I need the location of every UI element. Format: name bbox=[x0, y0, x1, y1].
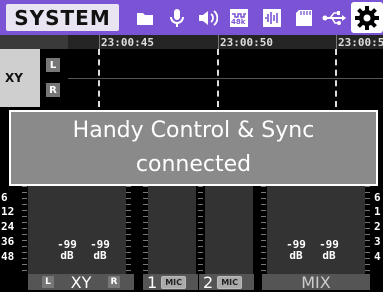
level-meters: 6 12 24 36 48 6 1 2 3 4 -99 dB -99 dB L XY… bbox=[0, 186, 383, 292]
right-badge: R bbox=[108, 276, 120, 288]
usb-icon[interactable] bbox=[322, 8, 346, 28]
scale-label: 6 bbox=[1, 191, 8, 204]
ch1-meter[interactable] bbox=[148, 186, 196, 274]
xy-channel-label[interactable]: L XY R bbox=[28, 272, 134, 292]
meter-ticks bbox=[198, 186, 203, 274]
meter-ticks bbox=[365, 186, 370, 274]
db-unit: dB bbox=[322, 249, 336, 262]
mix-db-right: -99 dB bbox=[316, 239, 342, 261]
ch2-meter[interactable] bbox=[205, 186, 253, 274]
meter-ticks bbox=[143, 186, 148, 274]
scale-label: 2 bbox=[374, 220, 381, 233]
system-label: SYSTEM bbox=[14, 5, 111, 30]
notification-popup: Handy Control & Sync connected bbox=[9, 110, 378, 186]
mix-label: MIX bbox=[301, 272, 331, 292]
track-label-panel[interactable]: XY bbox=[0, 49, 40, 107]
scale-label: 48 bbox=[1, 250, 15, 263]
time-gridline bbox=[335, 49, 337, 107]
timeline: 23:00:45 23:00:50 23:00:5 bbox=[0, 35, 383, 49]
gear-icon[interactable] bbox=[351, 2, 383, 33]
popup-status: connected bbox=[135, 152, 252, 177]
meter-ticks bbox=[126, 186, 131, 274]
timeline-tick: 23:00:50 bbox=[220, 36, 273, 49]
left-badge: L bbox=[42, 276, 54, 288]
ch2-channel-label[interactable]: 2 MIC bbox=[199, 272, 254, 292]
xy-db-right: -99 dB bbox=[87, 239, 113, 261]
system-button[interactable]: SYSTEM bbox=[6, 4, 119, 31]
time-gridline bbox=[98, 49, 100, 107]
timeline-marker bbox=[336, 35, 337, 49]
popup-title: Handy Control & Sync bbox=[72, 118, 315, 143]
folder-icon[interactable] bbox=[135, 8, 155, 28]
right-channel-badge: R bbox=[46, 83, 60, 97]
xy-db-left: -99 dB bbox=[54, 239, 80, 261]
meter-ticks bbox=[261, 186, 266, 274]
scale-label: 24 bbox=[1, 220, 15, 233]
track-name: XY bbox=[5, 71, 23, 85]
scale-label: 3 bbox=[374, 235, 381, 248]
left-channel-badge: L bbox=[46, 58, 60, 72]
mix-db-left: -99 dB bbox=[283, 239, 309, 261]
timeline-marker bbox=[99, 35, 100, 49]
scale-label: 6 bbox=[374, 191, 381, 204]
ch2-number: 2 bbox=[203, 272, 214, 292]
sample-rate-icon[interactable]: 48k bbox=[229, 8, 249, 28]
xy-label: XY bbox=[70, 272, 92, 292]
timeline-left-cap bbox=[0, 35, 68, 49]
timeline-tick: 23:00:5 bbox=[338, 36, 383, 49]
ch1-number: 1 bbox=[147, 272, 158, 292]
sd-card-icon[interactable] bbox=[294, 8, 314, 28]
mic-badge: MIC bbox=[217, 275, 242, 289]
scale-label: 12 bbox=[1, 205, 15, 218]
top-bar: SYSTEM 48k bbox=[0, 0, 383, 35]
mic-badge: MIC bbox=[161, 275, 186, 289]
db-unit: dB bbox=[93, 249, 107, 262]
waveform-icon[interactable] bbox=[262, 8, 282, 28]
mic-icon[interactable] bbox=[167, 8, 187, 28]
scale-label: 1 bbox=[374, 205, 381, 218]
db-unit: dB bbox=[60, 249, 74, 262]
mix-channel-label[interactable]: MIX bbox=[262, 272, 370, 292]
sample-rate-label: 48k bbox=[231, 18, 246, 26]
meter-ticks bbox=[22, 186, 27, 274]
time-gridline bbox=[217, 49, 219, 107]
track-area: XY L R bbox=[0, 49, 383, 107]
timeline-marker bbox=[218, 35, 219, 49]
scale-label: 36 bbox=[1, 235, 15, 248]
scale-label: 4 bbox=[374, 250, 381, 263]
timeline-tick: 23:00:45 bbox=[101, 36, 154, 49]
speaker-icon[interactable] bbox=[198, 8, 218, 28]
db-unit: dB bbox=[289, 249, 303, 262]
ch1-channel-label[interactable]: 1 MIC bbox=[143, 272, 198, 292]
